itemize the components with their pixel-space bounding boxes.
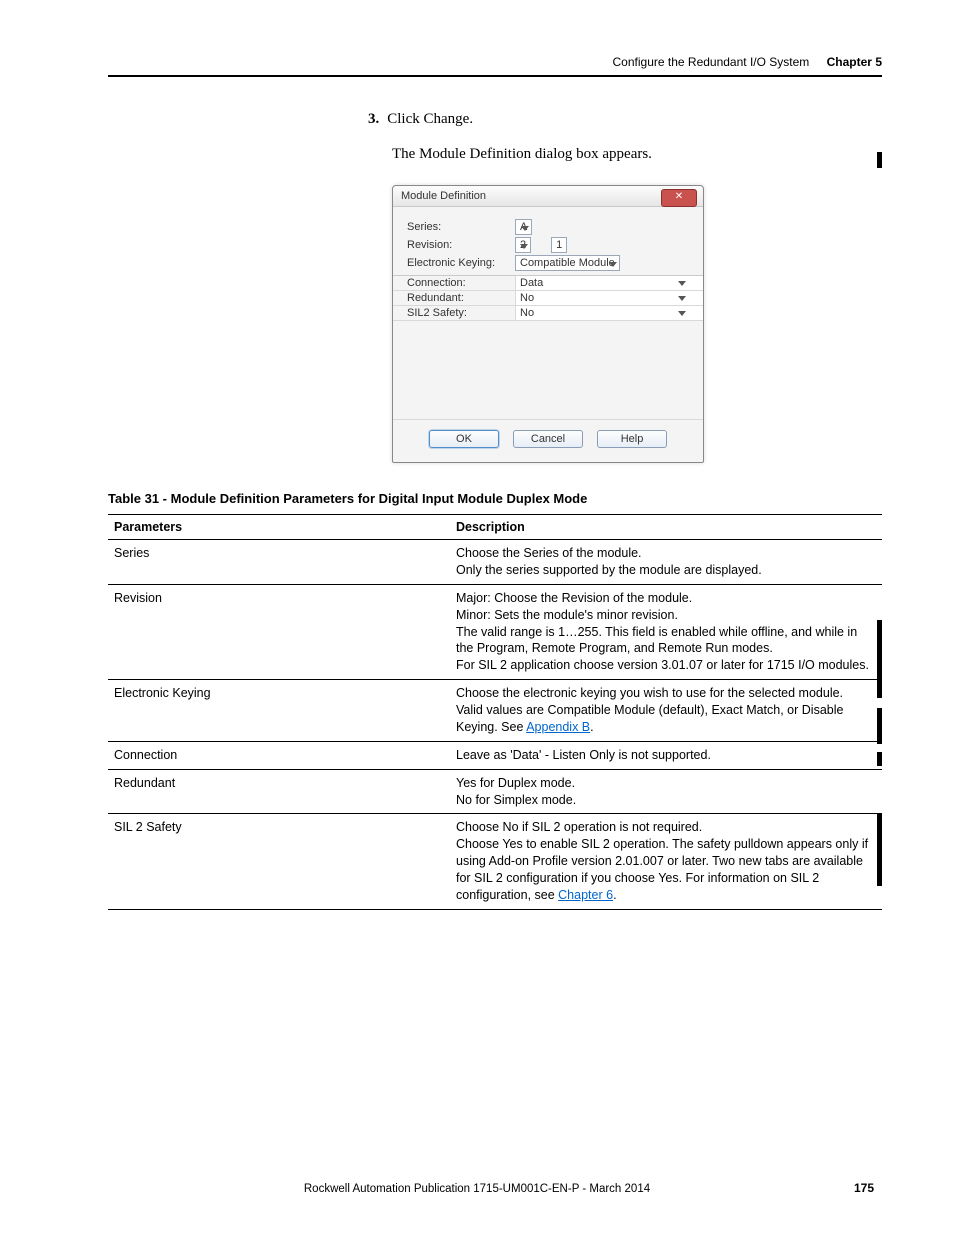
revision-label: Revision:	[407, 239, 515, 251]
series-label: Series:	[407, 221, 515, 233]
dropdown-icon	[678, 296, 686, 301]
electronic-keying-select[interactable]: Compatible Module	[515, 255, 620, 271]
close-button[interactable]: ✕	[661, 189, 697, 207]
change-bar	[877, 152, 882, 168]
parameters-table: Parameters Description SeriesChoose the …	[108, 514, 882, 910]
table-row: ConnectionLeave as 'Data' - Listen Only …	[108, 741, 882, 769]
page-header: Configure the Redundant I/O System Chapt…	[108, 55, 882, 77]
table-row: RevisionMajor: Choose the Revision of th…	[108, 584, 882, 679]
param-description: Leave as 'Data' - Listen Only is not sup…	[450, 741, 882, 769]
table-row: SeriesChoose the Series of the module.On…	[108, 540, 882, 585]
sil2-select[interactable]: No	[516, 307, 689, 319]
header-chapter: Chapter 5	[827, 55, 882, 69]
dropdown-icon	[609, 262, 617, 267]
dialog-titlebar: Module Definition ✕	[393, 186, 703, 207]
param-description: Choose No if SIL 2 operation is not requ…	[450, 814, 882, 909]
change-bar	[877, 752, 882, 766]
electronic-keying-label: Electronic Keying:	[407, 257, 515, 269]
param-description: Choose the Series of the module.Only the…	[450, 540, 882, 585]
page-number: 175	[854, 1181, 874, 1195]
param-name: Revision	[108, 584, 450, 679]
help-button[interactable]: Help	[597, 430, 667, 448]
change-bar	[877, 708, 882, 744]
dropdown-icon	[678, 281, 686, 286]
module-definition-dialog: Module Definition ✕ Series: A Revision: …	[392, 185, 704, 463]
step-number: 3.	[368, 111, 379, 127]
header-title: Configure the Redundant I/O System	[613, 55, 810, 69]
param-description: Major: Choose the Revision of the module…	[450, 584, 882, 679]
dialog-title-text: Module Definition	[401, 190, 486, 202]
step-line: 3. Click Change.	[368, 111, 882, 128]
table-caption: Table 31 - Module Definition Parameters …	[108, 491, 882, 506]
param-description: Choose the electronic keying you wish to…	[450, 680, 882, 742]
sil2-label: SIL2 Safety:	[393, 306, 516, 320]
table-row: SIL 2 SafetyChoose No if SIL 2 operation…	[108, 814, 882, 909]
redundant-label: Redundant:	[393, 291, 516, 305]
cross-reference-link[interactable]: Appendix B	[526, 720, 590, 734]
step-text: Click Change.	[387, 111, 473, 127]
dropdown-icon	[521, 226, 529, 231]
cancel-button[interactable]: Cancel	[513, 430, 583, 448]
param-name: Series	[108, 540, 450, 585]
param-description: Yes for Duplex mode.No for Simplex mode.	[450, 769, 882, 814]
param-name: SIL 2 Safety	[108, 814, 450, 909]
revision-minor-spinner[interactable]: 1	[551, 237, 567, 253]
param-name: Electronic Keying	[108, 680, 450, 742]
footer-publication: Rockwell Automation Publication 1715-UM0…	[0, 1183, 954, 1195]
step-description: The Module Definition dialog box appears…	[392, 146, 882, 163]
param-name: Connection	[108, 741, 450, 769]
table-header-description: Description	[450, 515, 882, 540]
dropdown-icon	[520, 244, 528, 249]
redundant-select[interactable]: No	[516, 292, 689, 304]
ok-button[interactable]: OK	[429, 430, 499, 448]
cross-reference-link[interactable]: Chapter 6	[558, 888, 613, 902]
dropdown-icon	[678, 311, 686, 316]
table-header-parameters: Parameters	[108, 515, 450, 540]
change-bar	[877, 620, 882, 698]
param-name: Redundant	[108, 769, 450, 814]
connection-select[interactable]: Data	[516, 277, 689, 289]
table-row: RedundantYes for Duplex mode.No for Simp…	[108, 769, 882, 814]
table-row: Electronic KeyingChoose the electronic k…	[108, 680, 882, 742]
change-bar	[877, 814, 882, 886]
connection-label: Connection:	[393, 276, 516, 290]
